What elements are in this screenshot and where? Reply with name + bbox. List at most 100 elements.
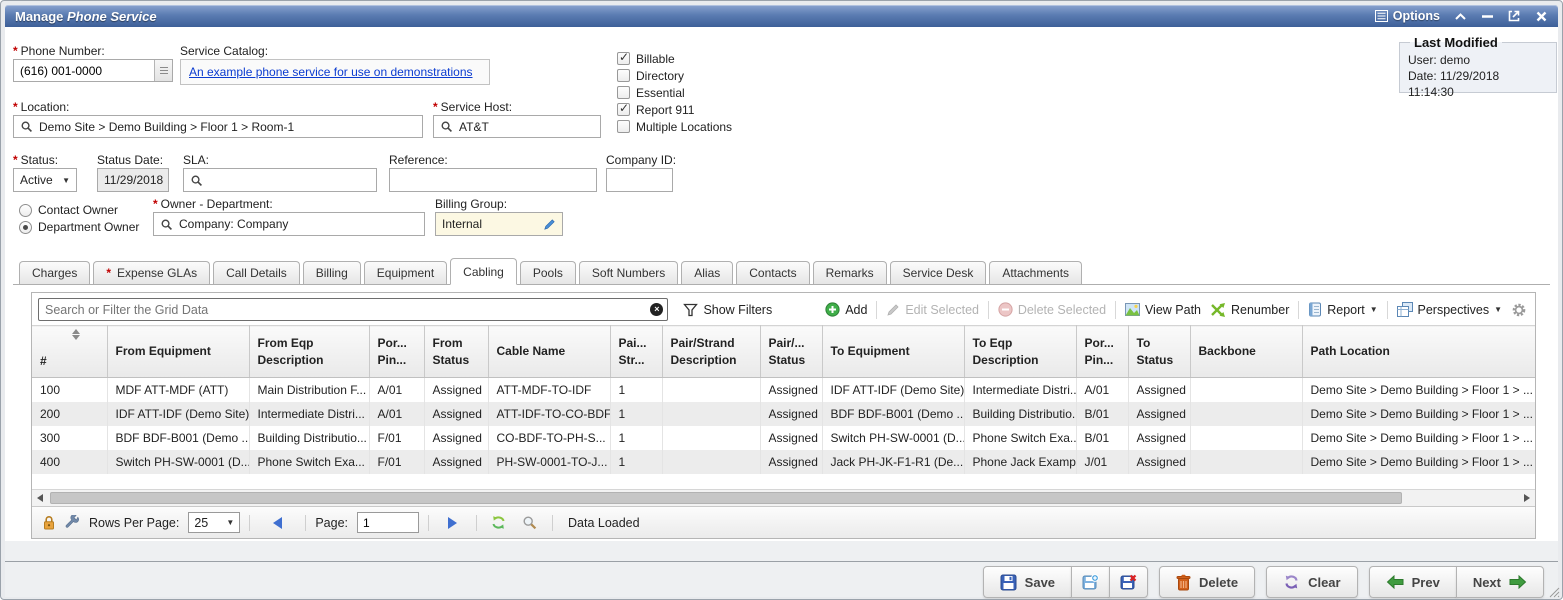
tab-pools[interactable]: Pools	[520, 261, 576, 284]
cell: Switch PH-SW-0001 (D...	[107, 450, 249, 474]
delete-button[interactable]: Delete	[1159, 566, 1255, 598]
sla-lookup[interactable]	[183, 168, 377, 192]
column-header-path-location[interactable]: Path Location	[1302, 326, 1535, 378]
service-catalog-link[interactable]: An example phone service for use on demo…	[189, 65, 473, 79]
location-lookup[interactable]: Demo Site > Demo Building > Floor 1 > Ro…	[13, 115, 423, 138]
column-header-cable-name[interactable]: Cable Name	[488, 326, 610, 378]
cell: Demo Site > Demo Building > Floor 1 > ..…	[1302, 378, 1535, 402]
radio-department-owner[interactable]: Department Owner	[19, 220, 139, 234]
tab-alias[interactable]: Alias	[681, 261, 733, 284]
column-header-to-eqp-description[interactable]: To EqpDescription	[964, 326, 1076, 378]
next-button[interactable]: Next	[1456, 566, 1544, 598]
prev-button[interactable]: Prev	[1369, 566, 1457, 598]
options-button[interactable]: Options	[1375, 9, 1440, 23]
add-button[interactable]: Add	[825, 302, 867, 317]
column-header-to-equipment[interactable]: To Equipment	[822, 326, 964, 378]
phone-dial-picker-button[interactable]	[154, 60, 172, 81]
save-and-close-button[interactable]	[1109, 566, 1148, 598]
delete-selected-button[interactable]: Delete Selected	[998, 302, 1106, 317]
checkbox-report-911[interactable]: ✓Report 911	[617, 103, 732, 116]
scroll-right-arrow[interactable]	[1519, 490, 1535, 506]
company-id-input[interactable]	[606, 168, 673, 192]
show-filters-button[interactable]: Show Filters	[683, 303, 772, 317]
grid-search-input[interactable]	[38, 298, 668, 321]
column-header-from-port-pin[interactable]: Por...Pin...	[369, 326, 424, 378]
perspectives-button[interactable]: Perspectives ▼	[1397, 302, 1502, 317]
wrench-icon[interactable]	[65, 515, 80, 530]
delete-minus-icon	[998, 302, 1013, 317]
table-row-200[interactable]: 200IDF ATT-IDF (Demo Site)Intermediate D…	[32, 402, 1535, 426]
column-header-pair-status[interactable]: Pair/...Status	[760, 326, 822, 378]
column-header-from-equipment[interactable]: From Equipment	[107, 326, 249, 378]
column-header-to-status[interactable]: ToStatus	[1128, 326, 1190, 378]
table-row-400[interactable]: 400Switch PH-SW-0001 (D...Phone Switch E…	[32, 450, 1535, 474]
prev-page-arrow[interactable]	[273, 517, 282, 529]
tab-soft-numbers[interactable]: Soft Numbers	[579, 261, 678, 284]
tab-cabling[interactable]: Cabling	[450, 258, 517, 285]
scrollbar-thumb[interactable]	[50, 492, 1402, 504]
add-plus-icon	[825, 302, 840, 317]
arrow-right-icon	[1509, 575, 1527, 589]
column-header-pair-strand[interactable]: Pai...Str...	[610, 326, 662, 378]
tab-call-details[interactable]: Call Details	[213, 261, 300, 284]
checkbox-billable[interactable]: ✓Billable	[617, 52, 732, 65]
billing-group-field[interactable]: Internal	[435, 212, 563, 236]
column-header-backbone[interactable]: Backbone	[1190, 326, 1302, 378]
cell: 1	[610, 402, 662, 426]
edit-selected-button[interactable]: Edit Selected	[886, 303, 979, 317]
view-path-button[interactable]: View Path	[1125, 303, 1201, 317]
tab-expense-glas[interactable]: *Expense GLAs	[93, 261, 210, 284]
next-page-arrow[interactable]	[448, 517, 457, 529]
location-value: Demo Site > Demo Building > Floor 1 > Ro…	[39, 120, 294, 134]
tab-contacts[interactable]: Contacts	[736, 261, 809, 284]
tab-attachments[interactable]: Attachments	[989, 261, 1082, 284]
grid-settings-button[interactable]	[1511, 302, 1527, 318]
page-number-input[interactable]	[357, 512, 419, 533]
close-button[interactable]	[1534, 9, 1548, 23]
popout-button[interactable]	[1507, 9, 1521, 23]
owner-department-lookup[interactable]: Company: Company	[153, 212, 425, 236]
radio-contact-owner[interactable]: Contact Owner	[19, 203, 118, 217]
tab-billing[interactable]: Billing	[303, 261, 361, 284]
tab-charges[interactable]: Charges	[19, 261, 90, 284]
resize-grip[interactable]	[1547, 585, 1560, 598]
service-host-lookup[interactable]: AT&T	[433, 115, 601, 138]
status-date-field: 11/29/2018	[97, 168, 169, 192]
view-path-icon	[1125, 303, 1140, 316]
renumber-button[interactable]: Renumber	[1210, 303, 1289, 317]
column-header-from-status[interactable]: FromStatus	[424, 326, 488, 378]
rows-per-page-select[interactable]: 25 ▼	[188, 512, 240, 533]
status-select[interactable]: Active ▼	[13, 168, 77, 192]
tab-service-desk[interactable]: Service Desk	[890, 261, 987, 284]
checkbox-multiple-locations[interactable]: ✓Multiple Locations	[617, 120, 732, 133]
clear-button[interactable]: Clear	[1266, 566, 1358, 598]
pager-separator	[476, 515, 477, 531]
column-header-to-port-pin[interactable]: Por...Pin...	[1076, 326, 1128, 378]
footer-buttons: Save Delete Clear Prev	[983, 566, 1544, 598]
save-button[interactable]: Save	[983, 566, 1072, 598]
tab-remarks[interactable]: Remarks	[813, 261, 887, 284]
column-header-number[interactable]: #	[32, 326, 107, 378]
column-header-pair-strand-description[interactable]: Pair/StrandDescription	[662, 326, 760, 378]
checkbox-directory[interactable]: ✓Directory	[617, 69, 732, 82]
refresh-icon[interactable]	[490, 515, 507, 530]
phone-number-input[interactable]	[14, 60, 154, 81]
table-row-100[interactable]: 100MDF ATT-MDF (ATT)Main Distribution F.…	[32, 378, 1535, 402]
check-icon: ✓	[619, 101, 629, 115]
checkbox-essential[interactable]: ✓Essential	[617, 86, 732, 99]
lock-icon[interactable]	[42, 515, 56, 530]
zoom-search-icon[interactable]	[522, 515, 537, 530]
column-header-from-eqp-description[interactable]: From EqpDescription	[249, 326, 369, 378]
horizontal-scrollbar[interactable]	[32, 489, 1535, 506]
collapse-button[interactable]	[1453, 9, 1467, 23]
save-and-new-button[interactable]	[1071, 566, 1110, 598]
grid-toolbar: × Show Filters Add Edit Selected	[32, 293, 1535, 325]
required-asterisk: *	[153, 197, 158, 211]
report-button[interactable]: Report ▼	[1308, 302, 1377, 317]
table-row-300[interactable]: 300BDF BDF-B001 (Demo ...Building Distri…	[32, 426, 1535, 450]
scroll-left-arrow[interactable]	[32, 490, 48, 506]
minimize-button[interactable]	[1480, 9, 1494, 23]
tab-equipment[interactable]: Equipment	[364, 261, 447, 284]
cell: 300	[32, 426, 107, 450]
reference-input[interactable]	[389, 168, 597, 192]
